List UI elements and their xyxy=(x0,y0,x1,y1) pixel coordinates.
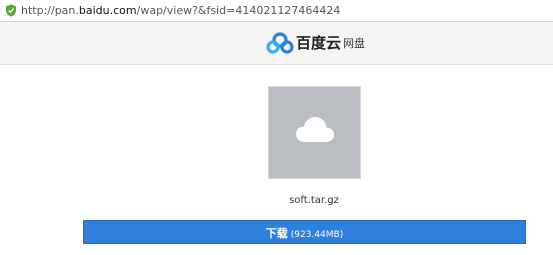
file-name: soft.tar.gz xyxy=(289,195,339,206)
address-bar[interactable]: http://pan.baidu.com/wap/view?&fsid=4140… xyxy=(0,0,553,22)
file-thumbnail xyxy=(268,86,361,179)
baidu-cloud-logo-icon[interactable] xyxy=(266,32,294,54)
brand-name[interactable]: 百度云 xyxy=(296,34,341,52)
download-label: 下载 xyxy=(265,227,288,240)
url-text[interactable]: http://pan.baidu.com/wap/view?&fsid=4140… xyxy=(21,4,340,17)
download-button[interactable]: 下载 (923.44MB) xyxy=(83,220,526,244)
file-size: (923.44MB) xyxy=(290,230,344,240)
site-header: 百度云 网盘 xyxy=(0,22,553,65)
cloud-icon xyxy=(296,117,334,142)
brand-sub: 网盘 xyxy=(343,37,365,50)
shield-check-icon xyxy=(6,4,16,17)
